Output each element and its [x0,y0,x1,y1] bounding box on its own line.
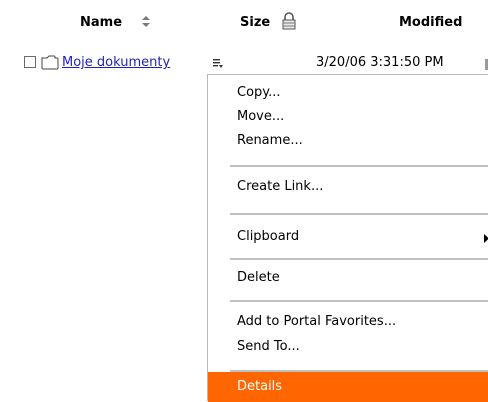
column-header-name[interactable]: Name [80,14,122,32]
menu-item-clipboard[interactable]: Clipboard [237,225,299,249]
menu-item-add-to-portal-favorites[interactable]: Add to Portal Favorites... [237,310,396,334]
menu-item-copy[interactable]: Copy... [237,81,281,105]
context-menu: Copy... Move... Rename... Create Link...… [207,74,488,402]
file-modified-date: 3/20/06 3:31:50 PM [316,55,444,70]
sort-updown-icon[interactable] [140,13,152,31]
submenu-arrow-icon [484,234,488,243]
menu-item-send-to[interactable]: Send To... [237,335,300,359]
menu-separator [230,258,488,260]
menu-separator [230,213,488,215]
file-name-link[interactable]: Moje dokumenty [62,54,170,72]
menu-item-rename[interactable]: Rename... [237,129,303,153]
folder-icon [41,55,59,70]
column-header-modified[interactable]: Modified [399,14,462,32]
menu-item-move[interactable]: Move... [237,105,284,129]
menu-item-delete[interactable]: Delete [237,266,280,290]
menu-separator [230,300,488,302]
menu-item-create-link[interactable]: Create Link... [237,175,323,199]
menu-item-details-label: Details [237,379,283,394]
lock-icon [282,12,296,30]
item-menu-icon[interactable] [212,57,224,69]
menu-item-details-selected[interactable]: Details [208,372,488,402]
row-checkbox[interactable] [24,56,36,68]
menu-separator [230,165,488,167]
column-header-size[interactable]: Size [240,14,270,32]
file-row: Moje dokumenty 3/20/06 3:31:50 PM [0,54,488,72]
